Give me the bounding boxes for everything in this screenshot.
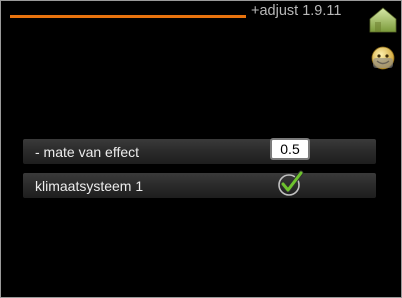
effect-value-field[interactable]: 0.5: [270, 138, 310, 160]
smiley-face-icon[interactable]: [370, 45, 396, 71]
screen-frame: +adjust 1.9.11 - mate van effect 0.5 kli…: [0, 0, 402, 298]
setting-label: klimaatsysteem 1: [35, 178, 144, 194]
setting-row-mate-van-effect[interactable]: - mate van effect 0.5: [23, 138, 376, 164]
setting-label: - mate van effect: [35, 144, 140, 160]
checkmark-icon[interactable]: [276, 169, 306, 199]
setting-row-klimaatsysteem-1[interactable]: klimaatsysteem 1: [23, 170, 376, 198]
header-accent-line: [10, 15, 246, 18]
home-icon[interactable]: [368, 7, 398, 33]
page-title: +adjust 1.9.11: [251, 3, 342, 19]
